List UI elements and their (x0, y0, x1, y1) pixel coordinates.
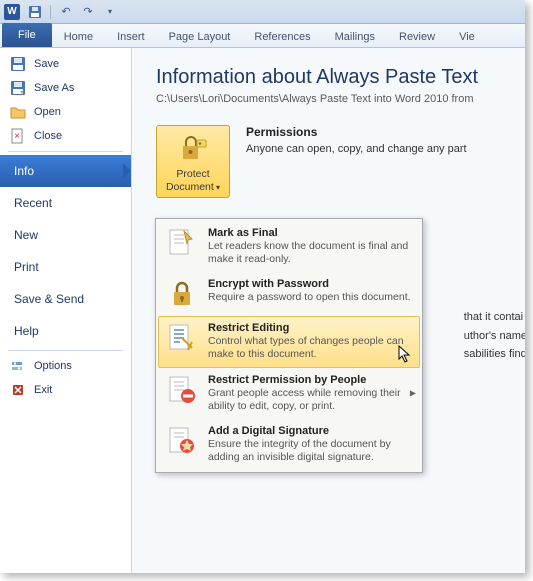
menu-item-desc: Grant people access while removing their… (208, 387, 412, 413)
sidebar-item-label: Print (14, 260, 39, 274)
protect-document-label: Protect Document (161, 168, 225, 193)
sidebar-item-label: Recent (14, 196, 52, 210)
menu-item-title: Encrypt with Password (208, 278, 412, 290)
backstage-sidebar: Save Save As Open × Close Info Recent Ne… (0, 48, 132, 573)
ribbon-tabs: File Home Insert Page Layout References … (0, 24, 525, 48)
permissions-heading: Permissions (246, 125, 467, 139)
tab-review[interactable]: Review (387, 27, 447, 47)
sidebar-save[interactable]: Save (0, 52, 131, 76)
menu-item-title: Add a Digital Signature (208, 425, 412, 437)
qat-redo-button[interactable]: ↷ (79, 3, 97, 21)
file-tab[interactable]: File (2, 23, 52, 47)
sidebar-new[interactable]: New (0, 219, 131, 251)
menu-restrict-by-people[interactable]: Restrict Permission by PeopleGrant peopl… (158, 368, 420, 419)
sidebar-save-send[interactable]: Save & Send (0, 283, 131, 315)
lock-shield-icon (177, 132, 209, 164)
sidebar-print[interactable]: Print (0, 251, 131, 283)
menu-digital-signature[interactable]: Add a Digital SignatureEnsure the integr… (158, 419, 420, 470)
qat-undo-button[interactable]: ↶ (57, 3, 75, 21)
menu-item-title: Mark as Final (208, 227, 412, 239)
sidebar-exit[interactable]: Exit (0, 378, 131, 402)
svg-text:×: × (14, 131, 20, 142)
sidebar-options[interactable]: Options (0, 354, 131, 378)
options-icon (10, 358, 26, 374)
document-path: C:\Users\Lori\Documents\Always Paste Tex… (156, 93, 525, 105)
tab-mailings[interactable]: Mailings (323, 27, 387, 47)
mark-final-icon (166, 227, 198, 259)
qat-customize-button[interactable]: ▾ (101, 3, 119, 21)
open-icon (10, 104, 26, 120)
menu-encrypt-password[interactable]: Encrypt with PasswordRequire a password … (158, 272, 420, 316)
save-icon (10, 56, 26, 72)
sidebar-item-label: Info (14, 164, 34, 178)
sidebar-help[interactable]: Help (0, 315, 131, 347)
restrict-editing-icon (166, 322, 198, 354)
partial-text: that it contai uthor's name sabilities f… (464, 308, 525, 364)
sidebar-item-label: Exit (34, 384, 52, 396)
menu-item-desc: Require a password to open this document… (208, 291, 412, 304)
tab-view[interactable]: Vie (447, 27, 487, 47)
sidebar-item-label: New (14, 228, 38, 242)
sidebar-item-label: Save (34, 58, 59, 70)
sidebar-info[interactable]: Info (0, 155, 131, 187)
menu-item-desc: Ensure the integrity of the document by … (208, 438, 412, 464)
sidebar-recent[interactable]: Recent (0, 187, 131, 219)
sidebar-item-label: Save As (34, 82, 74, 94)
tab-insert[interactable]: Insert (105, 27, 157, 47)
permissions-body: Anyone can open, copy, and change any pa… (246, 143, 467, 155)
exit-icon (10, 382, 26, 398)
menu-restrict-editing[interactable]: Restrict EditingControl what types of ch… (158, 316, 420, 367)
protect-document-menu: Mark as FinalLet readers know the docume… (155, 218, 423, 473)
sidebar-item-label: Open (34, 106, 61, 118)
qat-save-button[interactable] (26, 3, 44, 21)
tab-page-layout[interactable]: Page Layout (157, 27, 243, 47)
menu-item-desc: Control what types of changes people can… (208, 335, 412, 361)
sidebar-item-label: Options (34, 360, 72, 372)
menu-mark-as-final[interactable]: Mark as FinalLet readers know the docume… (158, 221, 420, 272)
sidebar-item-label: Close (34, 130, 62, 142)
sidebar-close[interactable]: × Close (0, 124, 131, 148)
submenu-arrow-icon: ▶ (410, 389, 416, 398)
tab-references[interactable]: References (242, 27, 322, 47)
sidebar-open[interactable]: Open (0, 100, 131, 124)
menu-item-title: Restrict Editing (208, 322, 412, 334)
word-app-icon: W (4, 4, 20, 20)
save-as-icon (10, 80, 26, 96)
close-icon: × (10, 128, 26, 144)
title-bar: W ↶ ↷ ▾ (0, 0, 525, 24)
signature-icon (166, 425, 198, 457)
tab-home[interactable]: Home (52, 27, 105, 47)
sidebar-save-as[interactable]: Save As (0, 76, 131, 100)
sidebar-item-label: Help (14, 324, 39, 338)
menu-item-title: Restrict Permission by People (208, 374, 412, 386)
protect-document-button[interactable]: Protect Document (156, 125, 230, 198)
menu-item-desc: Let readers know the document is final a… (208, 240, 412, 266)
encrypt-icon (166, 278, 198, 310)
sidebar-item-label: Save & Send (14, 292, 84, 306)
document-title: Information about Always Paste Text (156, 66, 525, 89)
restrict-people-icon (166, 374, 198, 406)
